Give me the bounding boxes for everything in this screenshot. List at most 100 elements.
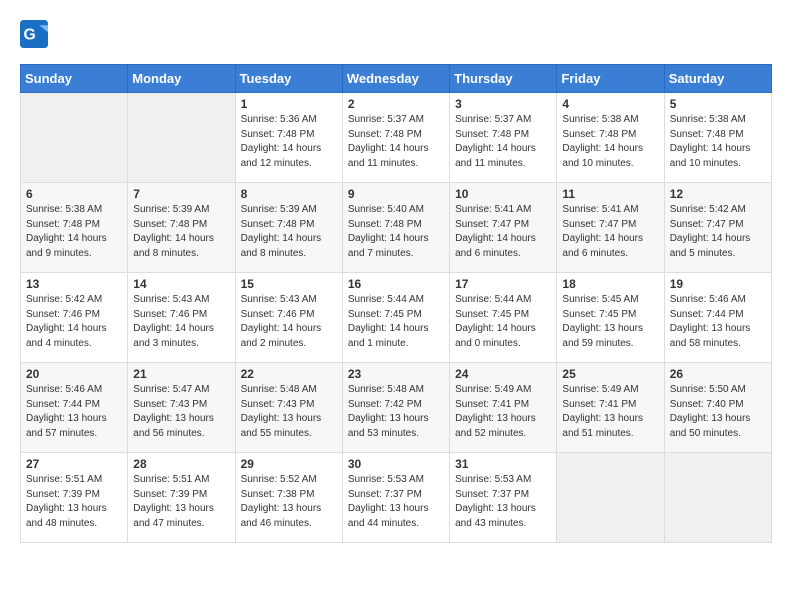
calendar-day-cell [21, 93, 128, 183]
day-number: 3 [455, 97, 551, 111]
calendar-day-cell: 14 Sunrise: 5:43 AMSunset: 7:46 PMDayligh… [128, 273, 235, 363]
calendar-day-cell: 31 Sunrise: 5:53 AMSunset: 7:37 PMDayligh… [450, 453, 557, 543]
day-info: Sunrise: 5:43 AMSunset: 7:46 PMDaylight:… [133, 293, 229, 351]
day-number: 8 [241, 187, 337, 201]
calendar-day-cell: 27 Sunrise: 5:51 AMSunset: 7:39 PMDayligh… [21, 453, 128, 543]
calendar-day-cell: 18 Sunrise: 5:45 AMSunset: 7:45 PMDayligh… [557, 273, 664, 363]
day-info: Sunrise: 5:40 AMSunset: 7:48 PMDaylight:… [348, 203, 444, 261]
day-number: 9 [348, 187, 444, 201]
day-info: Sunrise: 5:46 AMSunset: 7:44 PMDaylight:… [26, 383, 122, 441]
calendar-day-cell: 13 Sunrise: 5:42 AMSunset: 7:46 PMDayligh… [21, 273, 128, 363]
day-info: Sunrise: 5:41 AMSunset: 7:47 PMDaylight:… [455, 203, 551, 261]
day-number: 1 [241, 97, 337, 111]
day-info: Sunrise: 5:39 AMSunset: 7:48 PMDaylight:… [241, 203, 337, 261]
day-number: 14 [133, 277, 229, 291]
day-number: 6 [26, 187, 122, 201]
calendar-week-row: 27 Sunrise: 5:51 AMSunset: 7:39 PMDayligh… [21, 453, 772, 543]
day-number: 21 [133, 367, 229, 381]
weekday-header-cell: Sunday [21, 65, 128, 93]
day-info: Sunrise: 5:45 AMSunset: 7:45 PMDaylight:… [562, 293, 658, 351]
calendar-day-cell: 29 Sunrise: 5:52 AMSunset: 7:38 PMDayligh… [235, 453, 342, 543]
calendar-day-cell: 24 Sunrise: 5:49 AMSunset: 7:41 PMDayligh… [450, 363, 557, 453]
day-info: Sunrise: 5:39 AMSunset: 7:48 PMDaylight:… [133, 203, 229, 261]
calendar-day-cell: 12Sunrise: 5:42 AMSunset: 7:47 PMDayligh… [664, 183, 771, 273]
calendar-day-cell [557, 453, 664, 543]
day-number: 29 [241, 457, 337, 471]
calendar-day-cell: 5 Sunrise: 5:38 AMSunset: 7:48 PMDaylight… [664, 93, 771, 183]
calendar-day-cell: 21Sunrise: 5:47 AMSunset: 7:43 PMDayligh… [128, 363, 235, 453]
logo-icon: G [20, 20, 48, 48]
day-info: Sunrise: 5:44 AMSunset: 7:45 PMDaylight:… [348, 293, 444, 351]
calendar-day-cell: 6 Sunrise: 5:38 AMSunset: 7:48 PMDaylight… [21, 183, 128, 273]
calendar-day-cell: 25 Sunrise: 5:49 AMSunset: 7:41 PMDayligh… [557, 363, 664, 453]
day-number: 24 [455, 367, 551, 381]
calendar-day-cell: 11Sunrise: 5:41 AMSunset: 7:47 PMDayligh… [557, 183, 664, 273]
day-number: 16 [348, 277, 444, 291]
day-info: Sunrise: 5:37 AMSunset: 7:48 PMDaylight:… [455, 113, 551, 171]
day-number: 27 [26, 457, 122, 471]
day-info: Sunrise: 5:48 AMSunset: 7:43 PMDaylight:… [241, 383, 337, 441]
calendar-day-cell: 4 Sunrise: 5:38 AMSunset: 7:48 PMDaylight… [557, 93, 664, 183]
day-info: Sunrise: 5:53 AMSunset: 7:37 PMDaylight:… [455, 473, 551, 531]
weekday-header-cell: Friday [557, 65, 664, 93]
day-number: 10 [455, 187, 551, 201]
weekday-header-cell: Tuesday [235, 65, 342, 93]
calendar-day-cell [128, 93, 235, 183]
day-info: Sunrise: 5:38 AMSunset: 7:48 PMDaylight:… [562, 113, 658, 171]
weekday-header-row: SundayMondayTuesdayWednesdayThursdayFrid… [21, 65, 772, 93]
day-number: 28 [133, 457, 229, 471]
calendar-week-row: 6 Sunrise: 5:38 AMSunset: 7:48 PMDaylight… [21, 183, 772, 273]
calendar-day-cell: 7 Sunrise: 5:39 AMSunset: 7:48 PMDaylight… [128, 183, 235, 273]
calendar-day-cell [664, 453, 771, 543]
calendar-day-cell: 15Sunrise: 5:43 AMSunset: 7:46 PMDayligh… [235, 273, 342, 363]
calendar-week-row: 13 Sunrise: 5:42 AMSunset: 7:46 PMDayligh… [21, 273, 772, 363]
day-number: 2 [348, 97, 444, 111]
calendar-day-cell: 16 Sunrise: 5:44 AMSunset: 7:45 PMDayligh… [342, 273, 449, 363]
day-info: Sunrise: 5:36 AMSunset: 7:48 PMDaylight:… [241, 113, 337, 171]
day-number: 31 [455, 457, 551, 471]
day-info: Sunrise: 5:51 AMSunset: 7:39 PMDaylight:… [26, 473, 122, 531]
calendar-body: 1 Sunrise: 5:36 AMSunset: 7:48 PMDaylight… [21, 93, 772, 543]
weekday-header-cell: Monday [128, 65, 235, 93]
day-number: 7 [133, 187, 229, 201]
page-header: G [20, 20, 772, 48]
day-number: 5 [670, 97, 766, 111]
calendar-day-cell: 23 Sunrise: 5:48 AMSunset: 7:42 PMDayligh… [342, 363, 449, 453]
day-number: 23 [348, 367, 444, 381]
calendar-day-cell: 19 Sunrise: 5:46 AMSunset: 7:44 PMDayligh… [664, 273, 771, 363]
calendar-day-cell: 26Sunrise: 5:50 AMSunset: 7:40 PMDayligh… [664, 363, 771, 453]
calendar-week-row: 20Sunrise: 5:46 AMSunset: 7:44 PMDayligh… [21, 363, 772, 453]
day-info: Sunrise: 5:44 AMSunset: 7:45 PMDaylight:… [455, 293, 551, 351]
day-info: Sunrise: 5:52 AMSunset: 7:38 PMDaylight:… [241, 473, 337, 531]
weekday-header-cell: Wednesday [342, 65, 449, 93]
day-info: Sunrise: 5:37 AMSunset: 7:48 PMDaylight:… [348, 113, 444, 171]
day-number: 18 [562, 277, 658, 291]
calendar-day-cell: 30Sunrise: 5:53 AMSunset: 7:37 PMDayligh… [342, 453, 449, 543]
day-number: 25 [562, 367, 658, 381]
day-number: 26 [670, 367, 766, 381]
day-number: 4 [562, 97, 658, 111]
day-info: Sunrise: 5:42 AMSunset: 7:46 PMDaylight:… [26, 293, 122, 351]
day-info: Sunrise: 5:46 AMSunset: 7:44 PMDaylight:… [670, 293, 766, 351]
day-info: Sunrise: 5:49 AMSunset: 7:41 PMDaylight:… [562, 383, 658, 441]
calendar-day-cell: 17 Sunrise: 5:44 AMSunset: 7:45 PMDayligh… [450, 273, 557, 363]
calendar-day-cell: 20Sunrise: 5:46 AMSunset: 7:44 PMDayligh… [21, 363, 128, 453]
calendar-day-cell: 22Sunrise: 5:48 AMSunset: 7:43 PMDayligh… [235, 363, 342, 453]
svg-text:G: G [24, 26, 36, 43]
day-info: Sunrise: 5:49 AMSunset: 7:41 PMDaylight:… [455, 383, 551, 441]
day-number: 17 [455, 277, 551, 291]
day-info: Sunrise: 5:38 AMSunset: 7:48 PMDaylight:… [26, 203, 122, 261]
day-number: 30 [348, 457, 444, 471]
calendar-day-cell: 8 Sunrise: 5:39 AMSunset: 7:48 PMDaylight… [235, 183, 342, 273]
day-number: 13 [26, 277, 122, 291]
day-info: Sunrise: 5:38 AMSunset: 7:48 PMDaylight:… [670, 113, 766, 171]
calendar-week-row: 1 Sunrise: 5:36 AMSunset: 7:48 PMDaylight… [21, 93, 772, 183]
calendar-day-cell: 9 Sunrise: 5:40 AMSunset: 7:48 PMDaylight… [342, 183, 449, 273]
day-number: 19 [670, 277, 766, 291]
logo: G [20, 20, 52, 48]
day-number: 12 [670, 187, 766, 201]
day-info: Sunrise: 5:48 AMSunset: 7:42 PMDaylight:… [348, 383, 444, 441]
day-number: 15 [241, 277, 337, 291]
calendar-table: SundayMondayTuesdayWednesdayThursdayFrid… [20, 64, 772, 543]
calendar-day-cell: 2 Sunrise: 5:37 AMSunset: 7:48 PMDaylight… [342, 93, 449, 183]
